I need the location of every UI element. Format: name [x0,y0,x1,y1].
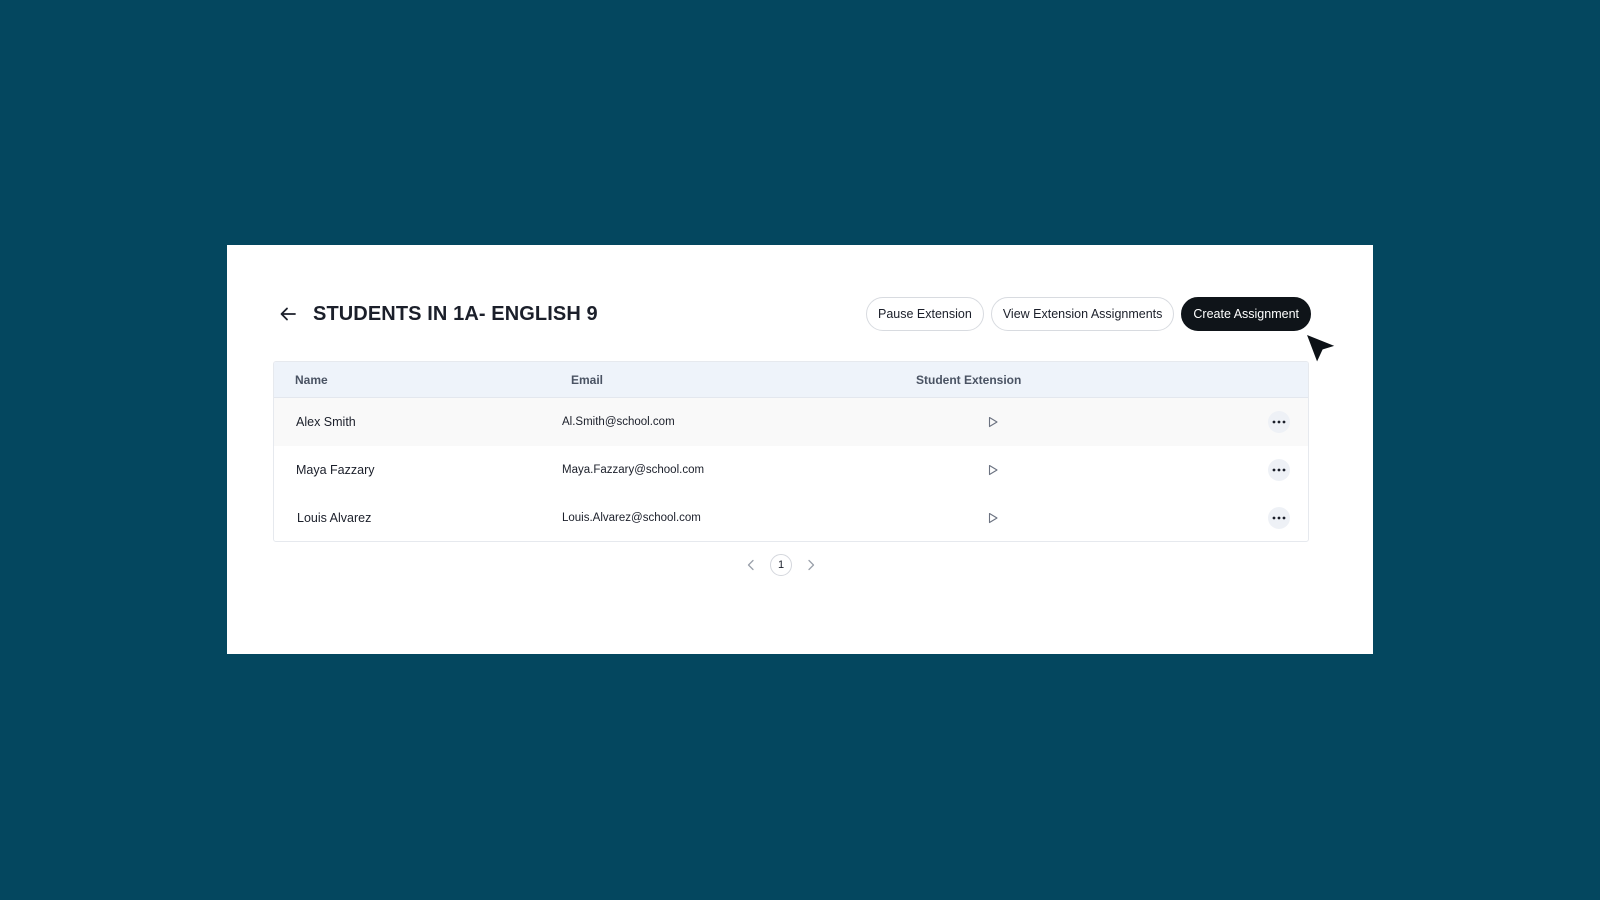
back-button[interactable] [273,299,303,329]
chevron-right-icon [808,559,815,571]
create-assignment-button[interactable]: Create Assignment [1181,297,1311,331]
pause-extension-button[interactable]: Pause Extension [866,297,984,331]
row-actions-button[interactable] [1268,411,1290,433]
page-header: STUDENTS IN 1A- ENGLISH 9 Pause Extensio… [273,297,1311,331]
student-email: Maya.Fazzary@school.com [562,464,705,476]
table-row[interactable]: Louis Alvarez Louis.Alvarez@school.com [274,494,1308,541]
chevron-left-icon [747,559,754,571]
arrow-left-icon [280,307,296,321]
column-header-name[interactable]: Name [295,373,328,387]
table-header: Name Email Student Extension [274,362,1308,398]
column-header-student-extension[interactable]: Student Extension [916,373,1021,387]
play-icon[interactable] [987,416,999,428]
content-panel: STUDENTS IN 1A- ENGLISH 9 Pause Extensio… [227,245,1373,654]
prev-page-button[interactable] [744,558,758,572]
student-email: Louis.Alvarez@school.com [562,512,701,524]
view-extension-assignments-button[interactable]: View Extension Assignments [990,297,1175,331]
page-title: STUDENTS IN 1A- ENGLISH 9 [313,302,598,325]
student-email: Al.Smith@school.com [562,416,675,428]
table-row[interactable]: Alex Smith Al.Smith@school.com [274,398,1308,446]
more-horizontal-icon [1272,516,1286,520]
table-row[interactable]: Maya Fazzary Maya.Fazzary@school.com [274,446,1308,494]
play-icon[interactable] [987,464,999,476]
header-actions: Pause Extension View Extension Assignmen… [866,297,1311,331]
more-horizontal-icon [1272,468,1286,472]
row-actions-button[interactable] [1268,459,1290,481]
play-icon[interactable] [987,512,999,524]
more-horizontal-icon [1272,420,1286,424]
page-number-button[interactable]: 1 [770,554,792,576]
next-page-button[interactable] [804,558,818,572]
student-name: Maya Fazzary [296,463,375,477]
mouse-pointer-icon [1305,333,1337,364]
pagination: 1 [744,554,818,576]
student-name: Louis Alvarez [297,511,372,525]
column-header-email[interactable]: Email [571,373,603,387]
student-name: Alex Smith [296,415,356,429]
row-actions-button[interactable] [1268,507,1290,529]
students-table: Name Email Student Extension Alex Smith … [273,361,1309,542]
